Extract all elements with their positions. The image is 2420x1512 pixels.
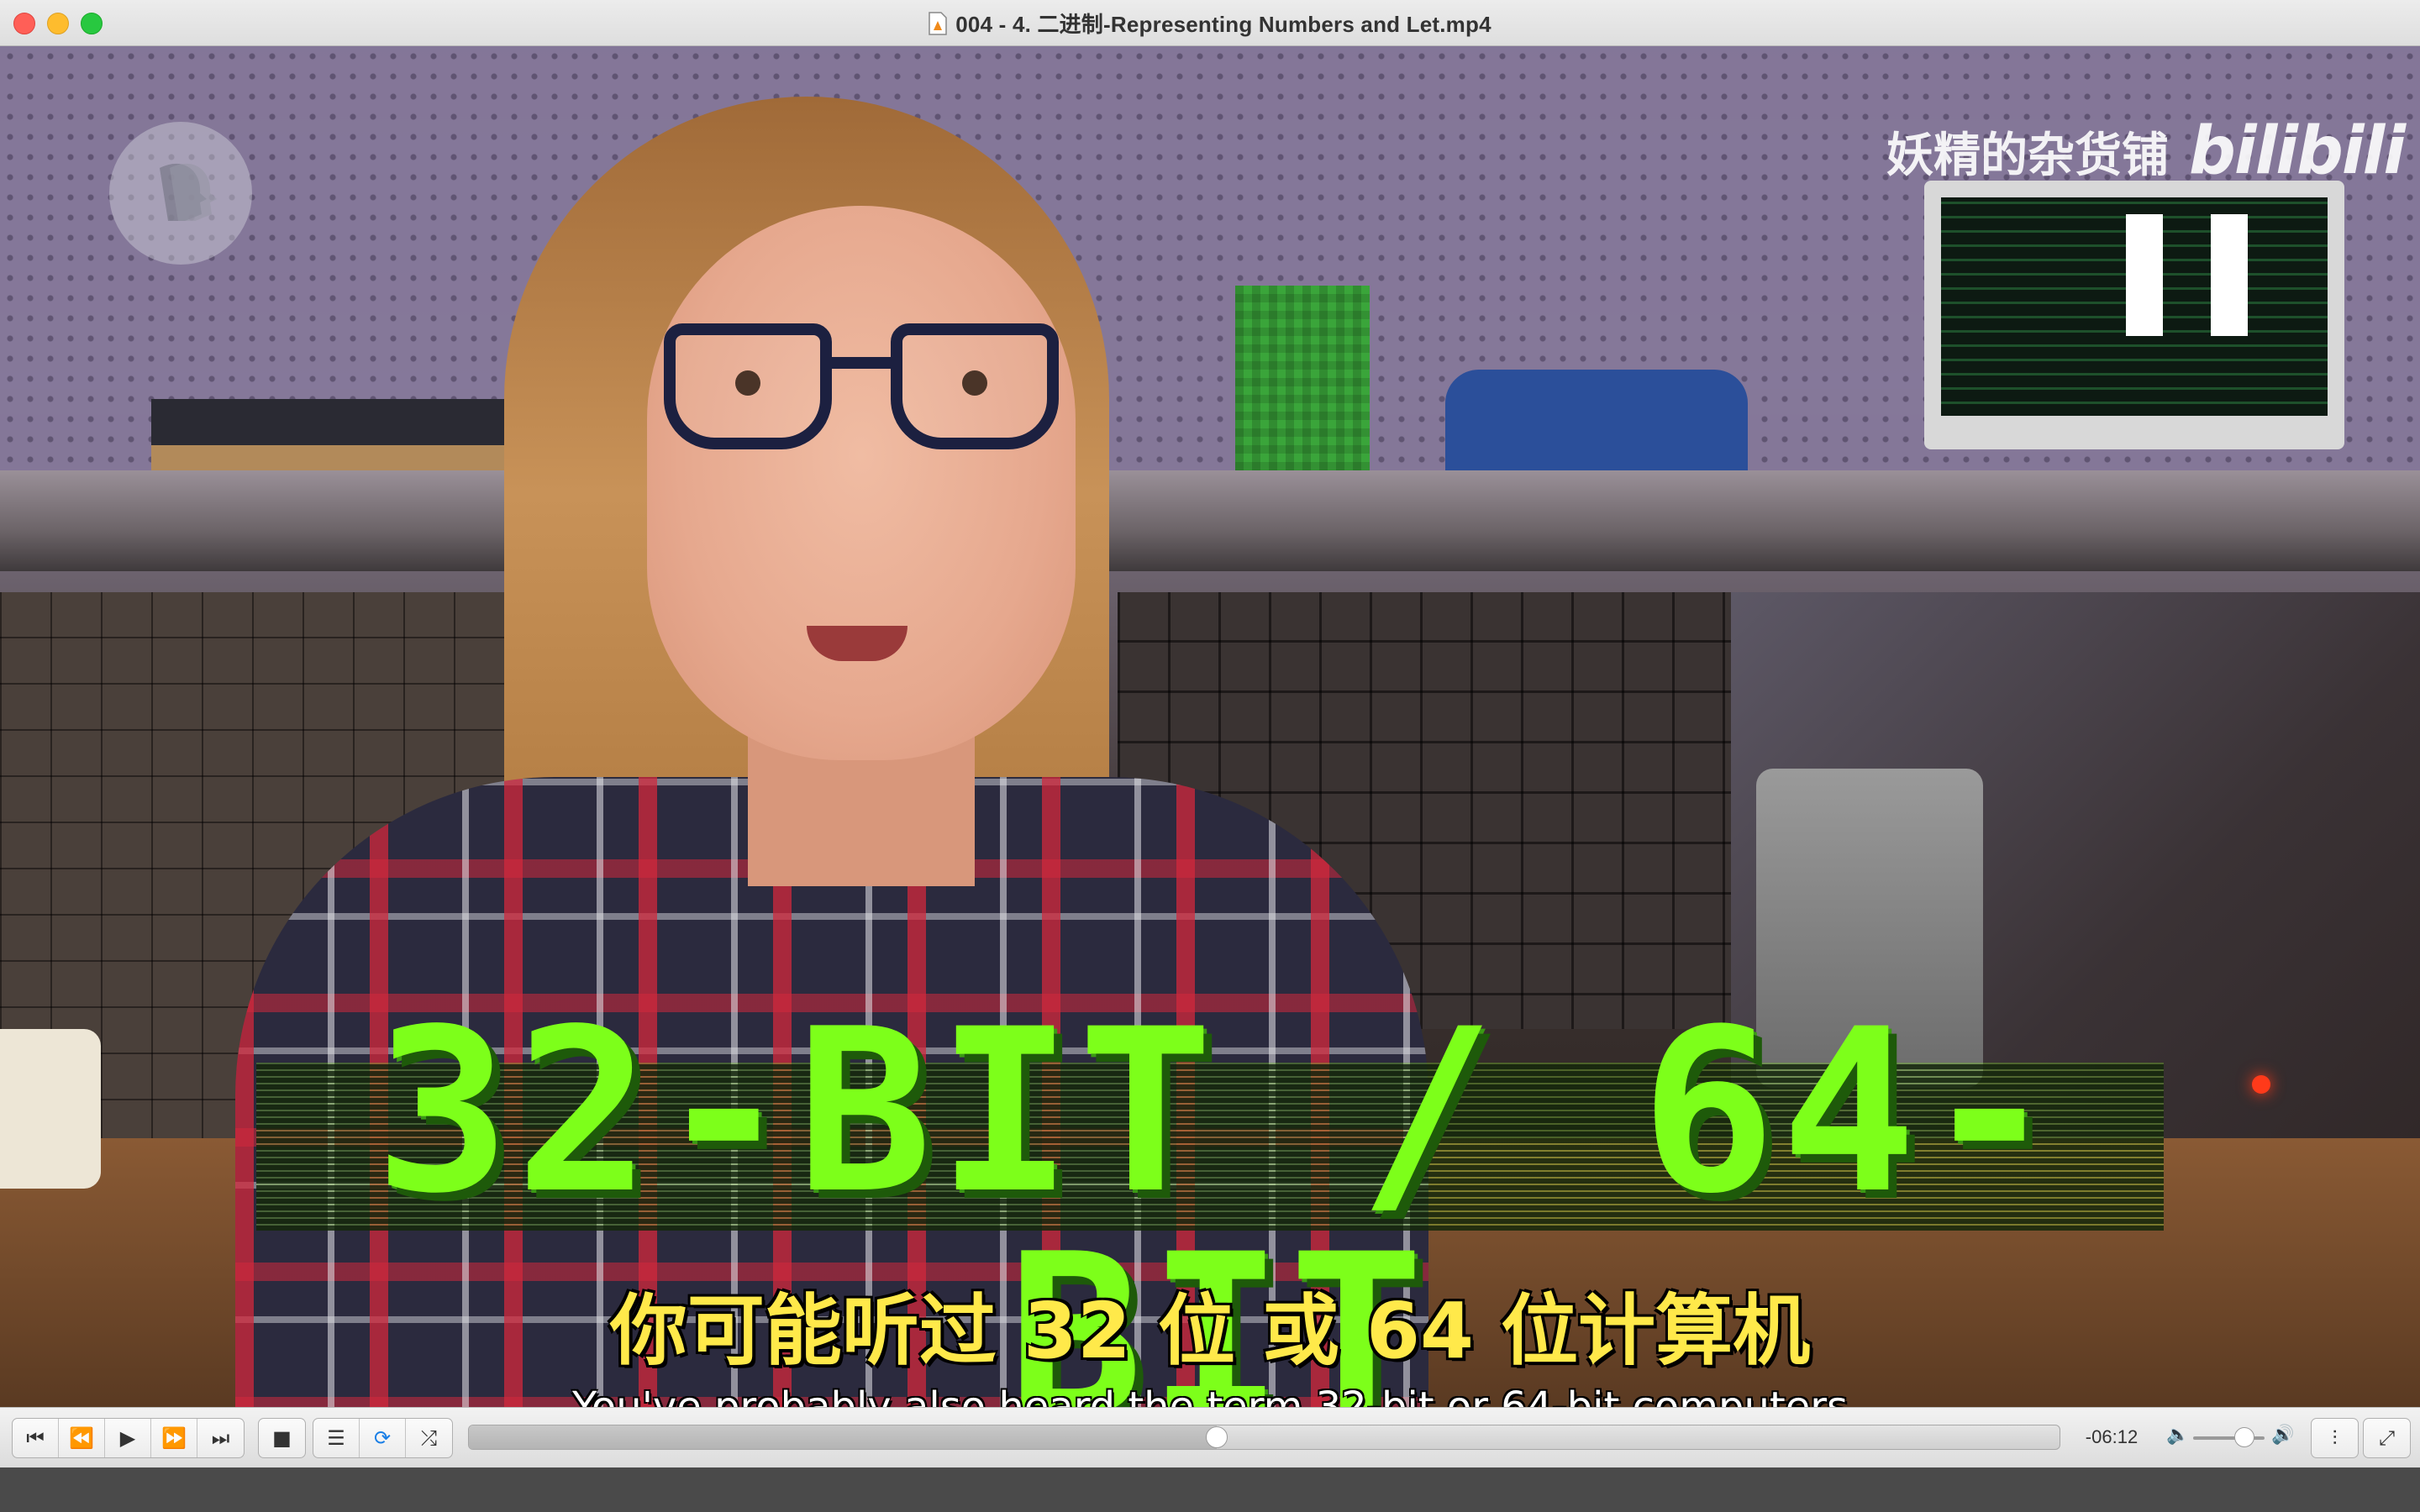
shuffle-button[interactable]: ⤮ [406, 1419, 452, 1457]
skip-forward-icon: ⏭ [211, 1426, 230, 1450]
fast-forward-button[interactable]: ⏩ [151, 1419, 197, 1457]
background-mug [0, 1029, 101, 1189]
equalizer-button[interactable]: ⫶ [2312, 1419, 2358, 1457]
background-red-light [2252, 1075, 2270, 1094]
volume-slider[interactable] [2193, 1427, 2265, 1447]
background-shelf [0, 470, 2420, 571]
loop-button[interactable]: ⟳ [360, 1419, 406, 1457]
playlist-icon: ☰ [327, 1426, 345, 1450]
title-bar: 004 - 4. 二进制-Representing Numbers and Le… [0, 0, 2420, 46]
seek-bar-handle[interactable] [1205, 1426, 1228, 1448]
pbs-logo-icon [109, 122, 252, 265]
stop-icon: ■ [272, 1426, 292, 1450]
seek-bar-progress [469, 1425, 1217, 1449]
equalizer-icon: ⫶ [2332, 1426, 2338, 1450]
volume-min-icon[interactable]: 🔈 [2166, 1425, 2189, 1446]
time-remaining[interactable]: -06:12 [2074, 1426, 2149, 1448]
next-button[interactable]: ⏭ [197, 1419, 244, 1457]
loop-icon: ⟳ [373, 1426, 392, 1450]
volume-max-icon[interactable]: 🔊 [2271, 1425, 2294, 1446]
stop-button-group: ■ [258, 1418, 306, 1458]
video-frame[interactable]: 妖精的杂货铺 bilibili 32-BIT / 64-BIT 你可能听过 32… [0, 46, 2420, 1407]
rewind-button[interactable]: ⏪ [59, 1419, 105, 1457]
fullscreen-button[interactable]: ⤢ [2364, 1419, 2410, 1457]
presenter-face [647, 206, 1076, 760]
skip-back-icon: ⏮ [26, 1426, 45, 1450]
background-creeper-figure [1235, 286, 1370, 487]
rewind-icon: ⏪ [69, 1426, 94, 1450]
playlist-button[interactable]: ☰ [313, 1419, 360, 1457]
stop-button[interactable]: ■ [259, 1419, 305, 1457]
seek-bar[interactable] [468, 1425, 2060, 1450]
subtitle-chinese: 你可能听过 32 位 或 64 位计算机 [609, 1286, 1811, 1376]
video-file-icon [929, 11, 948, 35]
extras-button-group: ⫶ [2311, 1418, 2359, 1458]
playlist-button-group: ☰ ⟳ ⤮ [313, 1418, 453, 1458]
shuffle-icon: ⤮ [420, 1426, 438, 1450]
pause-overlay-icon [2126, 214, 2256, 336]
bilibili-logo: bilibili [2189, 113, 2406, 189]
play-icon: ▶ [119, 1426, 136, 1450]
window-bottom-edge [0, 1467, 2420, 1512]
fullscreen-icon: ⤢ [2378, 1426, 2396, 1450]
volume-slider-handle[interactable] [2234, 1427, 2255, 1447]
subtitle-english: You've probably also heard the term 32-b… [571, 1383, 1849, 1407]
playback-control-bar: ⏮ ⏪ ▶ ⏩ ⏭ ■ ☰ ⟳ ⤮ -06:12 🔈 🔊 ⫶ ⤢ [0, 1407, 2420, 1467]
window-title: 004 - 4. 二进制-Representing Numbers and Le… [955, 12, 1491, 37]
window-title-area: 004 - 4. 二进制-Representing Numbers and Le… [0, 0, 2420, 46]
previous-button[interactable]: ⏮ [13, 1419, 59, 1457]
play-button[interactable]: ▶ [105, 1419, 151, 1457]
watermark-channel-name: 妖精的杂货铺 [1886, 128, 2169, 183]
bilibili-watermark: 妖精的杂货铺 bilibili [1886, 113, 2406, 189]
background-blue-bag [1445, 370, 1748, 483]
fullscreen-button-group: ⤢ [2363, 1418, 2411, 1458]
presenter-glasses [664, 323, 1059, 470]
transport-button-group: ⏮ ⏪ ▶ ⏩ ⏭ [12, 1418, 245, 1458]
fast-forward-icon: ⏩ [161, 1426, 187, 1450]
